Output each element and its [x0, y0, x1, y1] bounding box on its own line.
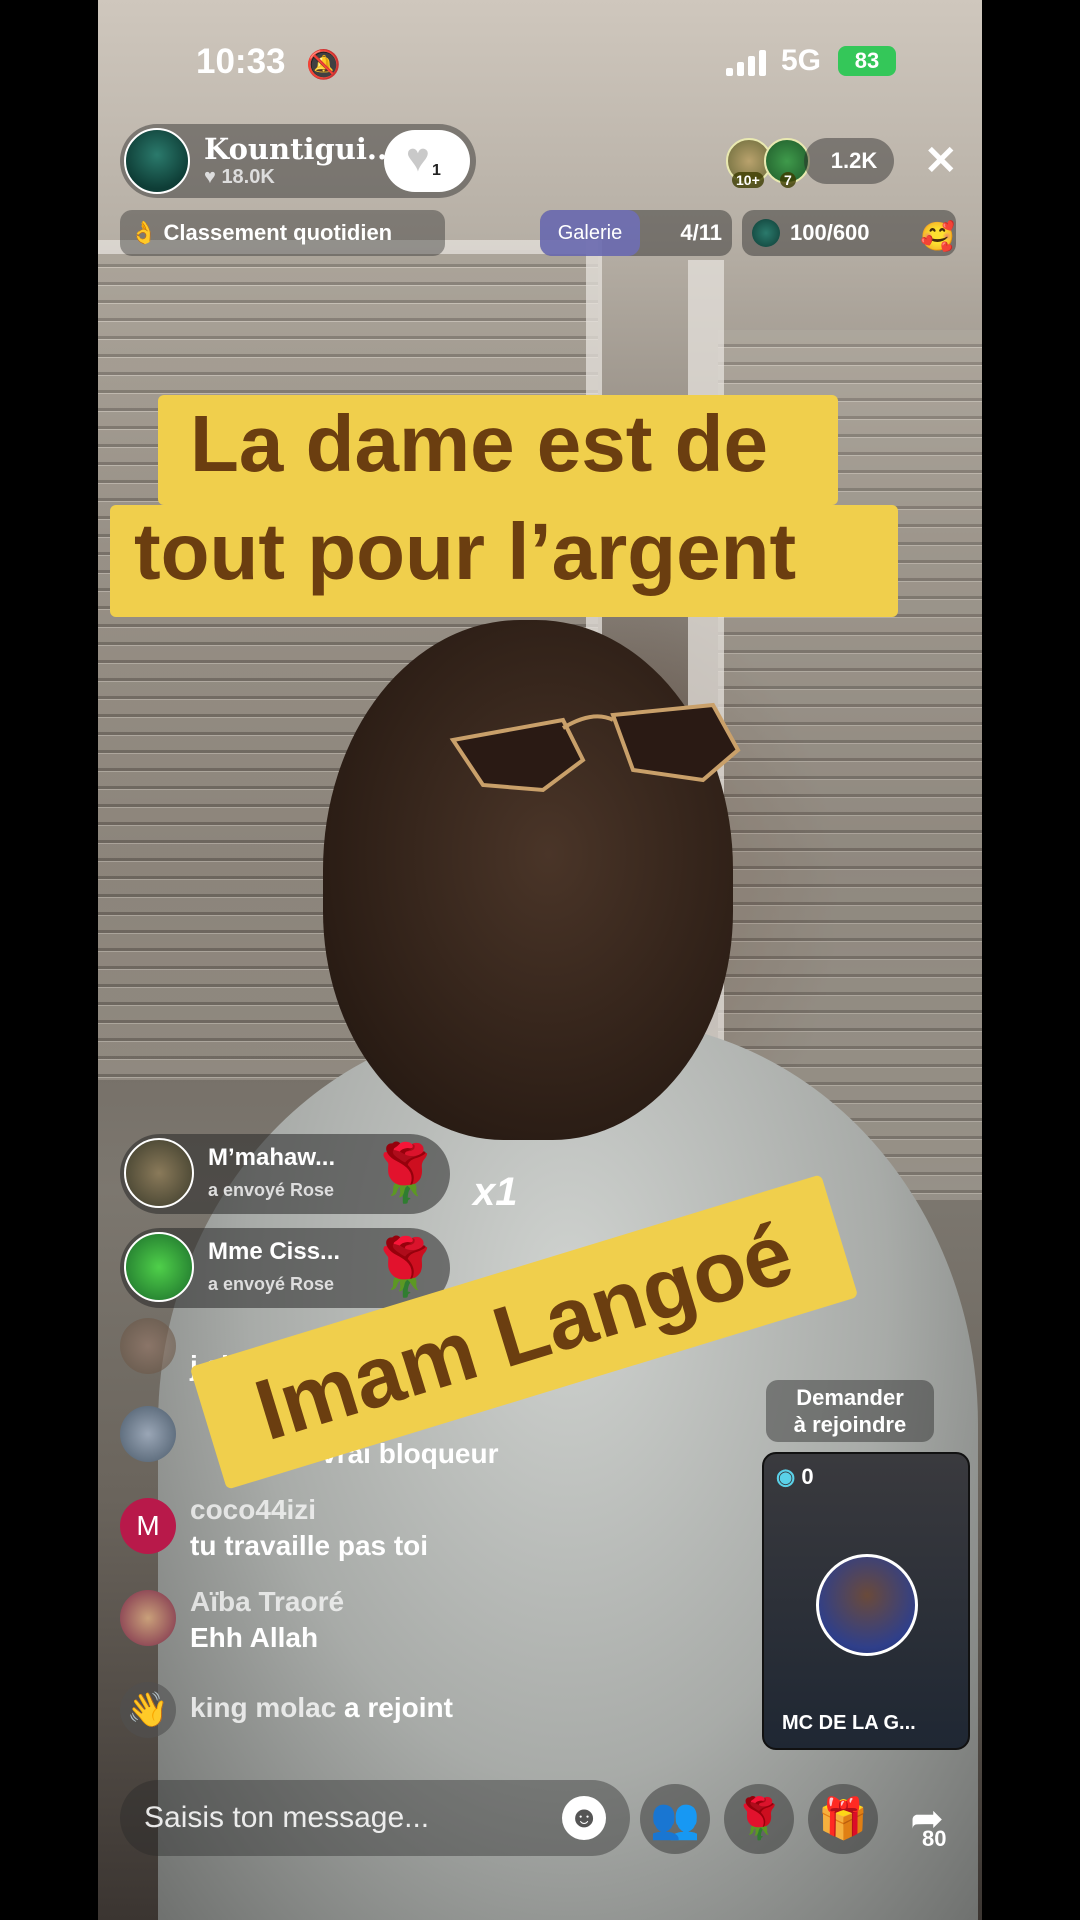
battery-indicator: 83: [838, 46, 896, 76]
host-name: Kountigui...: [204, 132, 398, 166]
chat-avatar: M: [120, 1498, 176, 1554]
chat-username: coco44izi: [190, 1494, 317, 1525]
gallery-progress: 4/11: [680, 220, 722, 245]
viewer-badge: 7: [780, 172, 796, 188]
host-likes: ♥ 18.0K: [204, 166, 275, 189]
heart-icon: ♥: [204, 166, 222, 188]
coin-icon: ◉: [776, 1464, 796, 1489]
gift-icon: 🥰: [920, 221, 955, 252]
host-likes-count: 18.0K: [221, 166, 275, 188]
gift-button[interactable]: 🎁: [808, 1784, 878, 1854]
chat-avatar: [120, 1318, 176, 1374]
goal-progress: 100/600: [790, 220, 870, 245]
guest-coin-count: 0: [801, 1464, 814, 1489]
people-icon: 👥: [650, 1797, 700, 1841]
top-viewers[interactable]: 10+ 7 1.2K: [726, 138, 894, 188]
daily-ranking-button[interactable]: 👌 Classement quotidien: [120, 210, 445, 256]
gifter-avatar: [124, 1138, 194, 1208]
hand-icon: 👌: [130, 220, 158, 245]
rose-icon: 🌹: [370, 1141, 440, 1204]
multi-guest-button[interactable]: 👥: [640, 1784, 710, 1854]
gift-action: a envoyé Rose: [208, 1180, 335, 1200]
gifter-name: Mme Ciss...: [208, 1238, 341, 1265]
gallery-button[interactable]: Galerie 4/11: [540, 210, 732, 256]
viewer-badge: 10+: [732, 172, 764, 188]
viewer-count[interactable]: 1.2K: [804, 138, 894, 184]
rose-gift-button[interactable]: 🌹: [724, 1784, 794, 1854]
request-join-line1: Demander: [796, 1385, 904, 1410]
gift-multiplier: x1: [473, 1170, 518, 1214]
status-bar: 10:33 🔕 5G 83: [98, 42, 982, 86]
chat-text: Ehh Allah: [190, 1622, 319, 1653]
chat-text: tu travaille pas toi: [190, 1530, 429, 1561]
joiner-name: king molac: [190, 1692, 337, 1723]
chat-avatar: [120, 1590, 176, 1646]
guest-coins: ◉ 0: [776, 1464, 814, 1490]
wave-icon: 👋: [120, 1682, 176, 1738]
gift-notification: M’mahaw... a envoyé Rose 🌹: [120, 1134, 450, 1214]
guest-tile[interactable]: ◉ 0 MC DE LA G...: [762, 1452, 970, 1750]
gifter-avatar: [124, 1232, 194, 1302]
gifter-name: M’mahaw...: [208, 1144, 336, 1171]
signal-icon: [726, 50, 766, 76]
gift-action: a envoyé Rose: [208, 1274, 335, 1294]
gift-notification: Mme Ciss... a envoyé Rose 🌹: [120, 1228, 450, 1308]
join-text: king molac a rejoint: [190, 1692, 453, 1724]
caption-line-2: tout pour l’argent: [134, 507, 797, 596]
sunglasses-icon: [449, 702, 741, 793]
close-icon[interactable]: ✕: [924, 138, 958, 184]
guest-name: MC DE LA G...: [782, 1712, 916, 1734]
request-join-line2: à rejoindre: [793, 1412, 907, 1437]
caption-line-1: La dame est de: [190, 399, 769, 488]
person-head: [323, 620, 733, 1140]
goal-avatar: [752, 219, 780, 247]
host-avatar[interactable]: [124, 128, 190, 194]
follow-button[interactable]: ♥ 1: [384, 130, 470, 192]
join-action: a rejoint: [344, 1692, 453, 1723]
message-placeholder: Saisis ton message...: [144, 1801, 430, 1834]
ranking-label: Classement quotidien: [163, 220, 393, 245]
clock: 10:33: [196, 42, 286, 81]
silent-bell-icon: 🔕: [306, 49, 341, 80]
chat-avatar: [120, 1406, 176, 1462]
network-type: 5G: [781, 44, 822, 77]
rose-icon: 🌹: [370, 1235, 440, 1298]
rose-icon: 🌹: [734, 1797, 784, 1841]
guest-avatar[interactable]: [816, 1554, 918, 1656]
host-profile-pill[interactable]: Kountigui... ♥ 18.0K ♥ 1: [120, 124, 476, 198]
gallery-label: Galerie: [540, 210, 640, 256]
emoji-icon[interactable]: ☻: [562, 1796, 606, 1840]
message-input[interactable]: Saisis ton message... ☻: [120, 1780, 630, 1856]
live-stream-screen: 10:33 🔕 5G 83 Kountigui... ♥ 18.0K ♥ 1 1…: [98, 0, 982, 1920]
chat-username: Aïba Traoré: [190, 1586, 345, 1617]
heart-icon: ♥: [406, 136, 430, 180]
share-count: 80: [922, 1826, 947, 1851]
follow-count: 1: [432, 162, 441, 179]
gift-box-icon: 🎁: [818, 1797, 868, 1841]
request-join-button[interactable]: Demander à rejoindre: [766, 1380, 934, 1442]
gift-goal-button[interactable]: 100/600 🥰: [742, 210, 956, 256]
